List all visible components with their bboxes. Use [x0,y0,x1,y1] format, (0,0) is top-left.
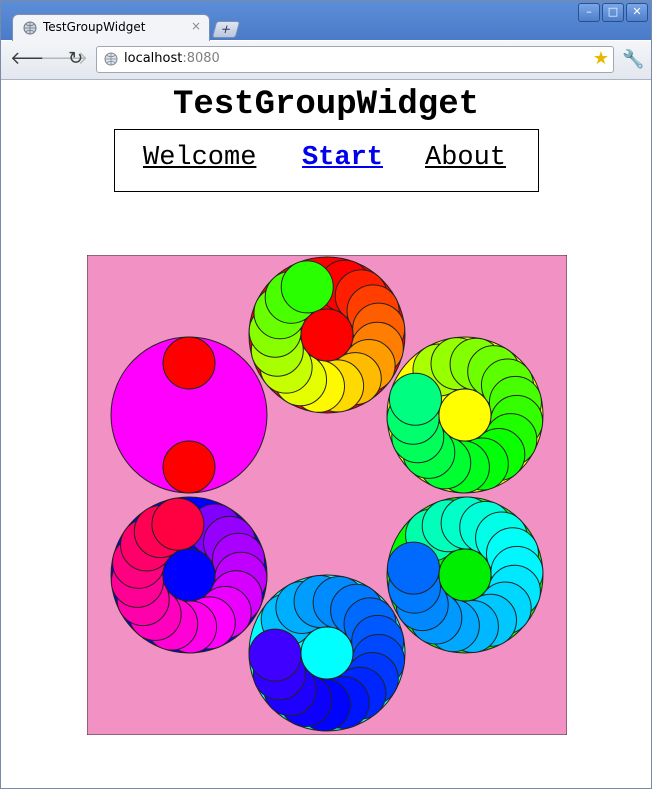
maximize-button[interactable]: □ [602,3,624,22]
bookmark-star-icon[interactable]: ★ [593,48,609,69]
nav-link-about[interactable]: About [425,143,506,173]
nav-link-start[interactable]: Start [302,143,383,173]
group-magenta-top-circle [162,336,216,390]
url-host: localhost [124,51,183,66]
group-4-ring-circle [248,628,302,682]
group-1-center-circle [300,308,354,362]
browser-toolbar: 🡐 🡒 ↻ localhost:8080 ★ 🔧 [0,41,652,80]
circle-group-drawing [87,255,567,735]
group-5-center-circle [162,548,216,602]
group-magenta-bottom-circle [162,440,216,494]
group-4-center-circle [300,626,354,680]
tab-close-icon[interactable]: × [191,19,201,33]
group-widget-canvas[interactable] [87,255,567,735]
url-port: :8080 [182,51,220,66]
wrench-icon[interactable]: 🔧 [622,49,644,70]
group-3-center-circle [438,548,492,602]
url-text[interactable]: localhost:8080 [124,51,220,66]
reload-icon[interactable]: ↻ [68,50,83,68]
group-2-center-circle [438,388,492,442]
nav-menu: Welcome Start About [114,129,539,192]
minimize-button[interactable]: – [578,3,600,22]
globe-icon [23,21,37,35]
window-titlebar: – □ ✕ TestGroupWidget × + [0,0,652,42]
new-tab-button[interactable]: + [211,21,241,38]
nav-link-welcome[interactable]: Welcome [143,143,256,173]
tab-title: TestGroupWidget [43,20,146,34]
group-5-ring-circle [151,497,205,551]
window-controls: – □ ✕ [578,3,648,22]
page-title: TestGroupWidget [172,86,480,124]
close-window-button[interactable]: ✕ [626,3,648,22]
group-3-ring-circle [386,541,440,595]
browser-tab[interactable]: TestGroupWidget × [12,14,210,42]
group-1-ring-circle [280,260,334,314]
page-globe-icon [104,52,118,66]
group-2-ring-circle [388,372,442,426]
address-bar[interactable]: localhost:8080 ★ [96,46,614,73]
